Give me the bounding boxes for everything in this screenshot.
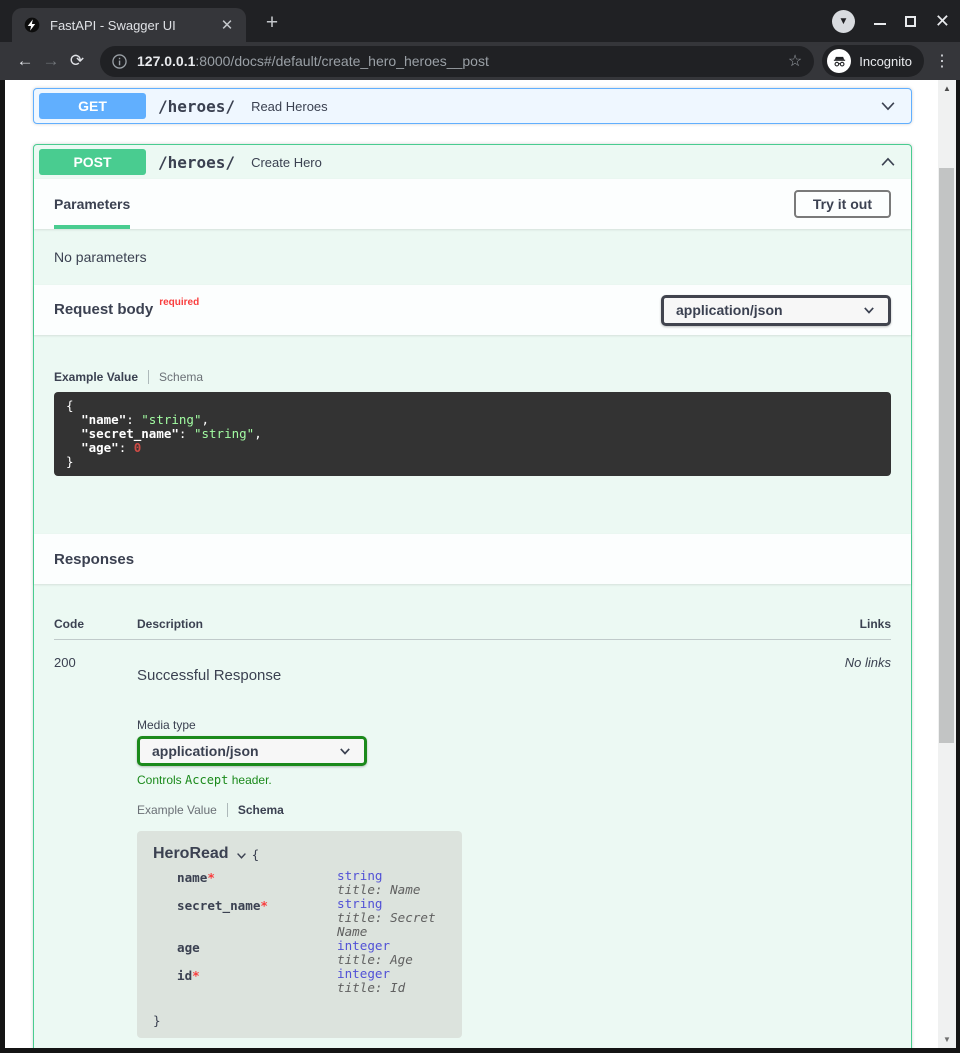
reload-icon[interactable]: ⟳	[64, 51, 90, 71]
scrollbar-thumb[interactable]	[939, 168, 954, 743]
swagger-page: GET /heroes/ Read Heroes POST /heroes/ C…	[5, 80, 938, 1048]
parameters-header: Parameters Try it out	[34, 179, 911, 229]
back-icon[interactable]: ←	[12, 51, 38, 71]
scroll-down-icon[interactable]: ▼	[938, 1035, 956, 1044]
tab-close-icon[interactable]: ✕	[218, 16, 236, 34]
response-media-type-select[interactable]: application/json	[137, 736, 367, 766]
select-chevron-icon	[338, 744, 352, 758]
opblock-post-heroes: POST /heroes/ Create Hero Parameters Try…	[33, 144, 912, 1048]
request-body-header: Request body required application/json	[34, 285, 911, 335]
request-body-title: Request body	[54, 301, 153, 318]
browser-viewport: GET /heroes/ Read Heroes POST /heroes/ C…	[0, 80, 960, 1053]
tab-divider	[227, 803, 228, 817]
model-prop-secret-name: secret_name* stringtitle: Secret Name	[177, 897, 446, 939]
responses-table-header: Code Description Links	[54, 617, 891, 640]
response-row-200: 200 Successful Response Media type appli…	[54, 640, 891, 1038]
col-links: Links	[860, 617, 891, 631]
model-toggle-chevron-icon[interactable]	[235, 849, 248, 862]
window-controls: ▼ ✕	[832, 0, 950, 42]
required-badge: required	[159, 297, 199, 308]
scroll-up-icon[interactable]: ▲	[938, 84, 956, 93]
browser-titlebar: FastAPI - Swagger UI ✕ + ▼ ✕	[0, 0, 960, 42]
page-scrollbar[interactable]: ▲ ▼	[938, 80, 956, 1048]
select-chevron-icon	[862, 303, 876, 317]
media-type-label: Media type	[137, 718, 845, 732]
tab-schema[interactable]: Schema	[159, 370, 203, 384]
url-path: :8000/docs#/default/create_hero_heroes__…	[195, 53, 488, 69]
chevron-down-icon[interactable]	[879, 97, 897, 115]
post-path: /heroes/	[158, 153, 235, 172]
get-summary-text: Read Heroes	[251, 99, 328, 114]
response-200-links: No links	[845, 655, 891, 1038]
heroread-model-box: HeroRead { name* stringtitle:	[137, 831, 462, 1038]
post-summary-text: Create Hero	[251, 155, 322, 170]
try-it-out-button[interactable]: Try it out	[794, 190, 891, 218]
browser-toolbar: ← → ⟳ 127.0.0.1:8000/docs#/default/creat…	[0, 42, 960, 80]
required-star: *	[207, 870, 215, 885]
accept-code: Accept	[185, 773, 228, 787]
model-prop-id: id* integertitle: Id	[177, 967, 446, 995]
tab-schema[interactable]: Schema	[238, 803, 284, 817]
site-info-icon[interactable]	[112, 54, 127, 69]
responses-title: Responses	[54, 551, 134, 568]
tab-title: FastAPI - Swagger UI	[50, 18, 218, 33]
browser-menu-icon[interactable]: ⋮	[934, 51, 950, 71]
incognito-label: Incognito	[859, 54, 912, 69]
tab-parameters: Parameters	[54, 179, 130, 229]
post-method-badge: POST	[39, 149, 146, 175]
responses-header: Responses	[34, 534, 911, 584]
tab-example-value[interactable]: Example Value	[54, 370, 138, 384]
response-row-422: 422 Validation Error No links	[54, 1038, 891, 1048]
new-tab-button[interactable]: +	[258, 10, 286, 38]
opblock-get-summary[interactable]: GET /heroes/ Read Heroes	[34, 89, 911, 123]
get-path: /heroes/	[158, 97, 235, 116]
opblock-post-summary[interactable]: POST /heroes/ Create Hero	[34, 145, 911, 179]
model-title: HeroRead	[153, 845, 229, 863]
url-host: 127.0.0.1	[137, 53, 195, 69]
request-example-tabs: Example Value Schema	[54, 370, 891, 384]
model-prop-age: age integertitle: Age	[177, 939, 446, 967]
window-close-button[interactable]: ✕	[935, 12, 950, 30]
response-example-tabs: Example Value Schema	[137, 803, 845, 817]
forward-icon[interactable]: →	[38, 51, 64, 71]
incognito-badge: Incognito	[822, 45, 924, 77]
required-star: *	[192, 968, 200, 983]
bookmark-star-icon[interactable]: ☆	[788, 51, 802, 71]
tab-example-value[interactable]: Example Value	[137, 803, 217, 817]
address-bar[interactable]: 127.0.0.1:8000/docs#/default/create_hero…	[100, 46, 814, 77]
incognito-icon	[827, 49, 851, 73]
col-code: Code	[54, 617, 137, 631]
controls-accept-note: Controls Accept header.	[137, 773, 845, 787]
response-200-description: Successful Response	[137, 667, 845, 684]
maximize-button[interactable]	[905, 16, 916, 27]
url-text[interactable]: 127.0.0.1:8000/docs#/default/create_hero…	[137, 53, 780, 69]
request-body-pane: Example Value Schema { "name": "string",…	[34, 335, 911, 534]
browser-tab[interactable]: FastAPI - Swagger UI ✕	[12, 8, 246, 42]
col-description: Description	[137, 617, 860, 631]
no-parameters-text: No parameters	[34, 229, 911, 285]
get-method-badge: GET	[39, 93, 146, 119]
tab-divider	[148, 370, 149, 384]
response-code-200: 200	[54, 655, 137, 1038]
minimize-button[interactable]	[874, 23, 886, 25]
chevron-up-icon[interactable]	[879, 153, 897, 171]
model-prop-name: name* stringtitle: Name	[177, 869, 446, 897]
request-media-type-select[interactable]: application/json	[661, 295, 891, 326]
required-star: *	[260, 898, 268, 913]
opblock-get-heroes: GET /heroes/ Read Heroes	[33, 88, 912, 124]
fastapi-favicon-icon	[24, 17, 40, 33]
tab-search-button[interactable]: ▼	[832, 10, 855, 33]
responses-pane: Code Description Links 200 Successful Re…	[34, 584, 911, 1048]
request-example-code: { "name": "string", "secret_name": "stri…	[54, 392, 891, 476]
